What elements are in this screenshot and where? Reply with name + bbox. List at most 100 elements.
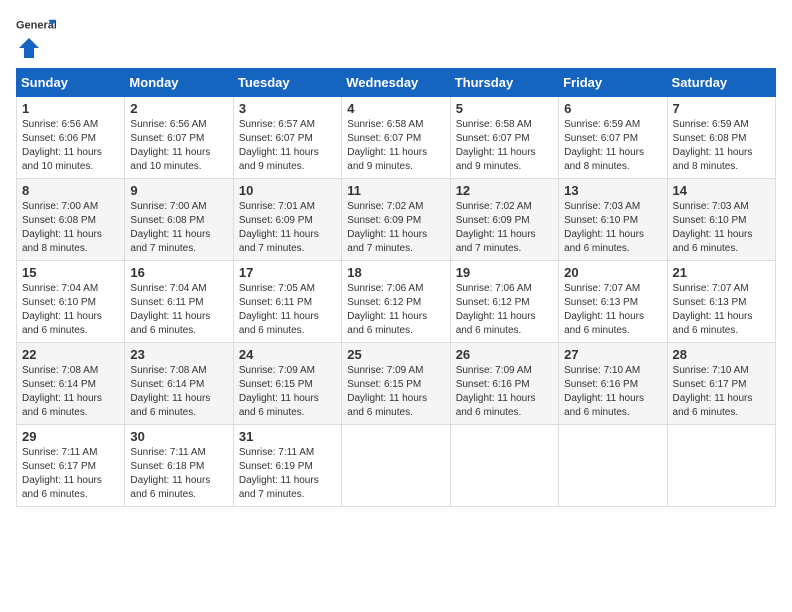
day-info: Sunrise: 7:02 AMSunset: 6:09 PMDaylight:… <box>456 201 536 254</box>
day-number: 15 <box>22 265 119 280</box>
day-number: 6 <box>564 101 661 116</box>
day-number: 16 <box>130 265 227 280</box>
day-info: Sunrise: 7:04 AMSunset: 6:11 PMDaylight:… <box>130 283 210 336</box>
day-info: Sunrise: 7:06 AMSunset: 6:12 PMDaylight:… <box>347 283 427 336</box>
calendar-cell: 8 Sunrise: 7:00 AMSunset: 6:08 PMDaylight… <box>17 179 125 261</box>
day-info: Sunrise: 6:59 AMSunset: 6:07 PMDaylight:… <box>564 119 644 172</box>
day-info: Sunrise: 7:10 AMSunset: 6:16 PMDaylight:… <box>564 365 644 418</box>
day-number: 23 <box>130 347 227 362</box>
day-info: Sunrise: 7:00 AMSunset: 6:08 PMDaylight:… <box>22 201 102 254</box>
calendar-header-sunday: Sunday <box>17 69 125 97</box>
day-info: Sunrise: 7:04 AMSunset: 6:10 PMDaylight:… <box>22 283 102 336</box>
calendar-cell: 21Sunrise: 7:07 AMSunset: 6:13 PMDayligh… <box>667 261 775 343</box>
day-info: Sunrise: 7:03 AMSunset: 6:10 PMDaylight:… <box>564 201 644 254</box>
day-info: Sunrise: 7:01 AMSunset: 6:09 PMDaylight:… <box>239 201 319 254</box>
day-number: 3 <box>239 101 336 116</box>
calendar-cell <box>342 425 450 507</box>
calendar-cell: 29 Sunrise: 7:11 AMSunset: 6:17 PMDayligh… <box>17 425 125 507</box>
calendar-week-2: 8 Sunrise: 7:00 AMSunset: 6:08 PMDaylight… <box>17 179 776 261</box>
calendar-cell: 1 Sunrise: 6:56 AMSunset: 6:06 PMDaylight… <box>17 97 125 179</box>
day-number: 28 <box>673 347 770 362</box>
day-number: 22 <box>22 347 119 362</box>
calendar-cell: 10 Sunrise: 7:01 AMSunset: 6:09 PMDayligh… <box>233 179 341 261</box>
calendar-cell: 20 Sunrise: 7:07 AMSunset: 6:13 PMDayligh… <box>559 261 667 343</box>
day-info: Sunrise: 7:03 AMSunset: 6:10 PMDaylight:… <box>673 201 753 254</box>
day-info: Sunrise: 6:56 AMSunset: 6:07 PMDaylight:… <box>130 119 210 172</box>
day-number: 24 <box>239 347 336 362</box>
day-info: Sunrise: 7:11 AMSunset: 6:18 PMDaylight:… <box>130 447 210 500</box>
day-number: 5 <box>456 101 553 116</box>
calendar-cell: 17 Sunrise: 7:05 AMSunset: 6:11 PMDayligh… <box>233 261 341 343</box>
day-number: 25 <box>347 347 444 362</box>
calendar-cell: 7Sunrise: 6:59 AMSunset: 6:08 PMDaylight… <box>667 97 775 179</box>
day-number: 31 <box>239 429 336 444</box>
day-number: 27 <box>564 347 661 362</box>
calendar-header-friday: Friday <box>559 69 667 97</box>
day-info: Sunrise: 7:09 AMSunset: 6:16 PMDaylight:… <box>456 365 536 418</box>
day-number: 14 <box>673 183 770 198</box>
calendar-cell: 30 Sunrise: 7:11 AMSunset: 6:18 PMDayligh… <box>125 425 233 507</box>
logo: General <box>16 16 56 58</box>
logo-arrow-icon <box>19 38 39 58</box>
calendar-cell: 25 Sunrise: 7:09 AMSunset: 6:15 PMDayligh… <box>342 343 450 425</box>
calendar-cell: 18Sunrise: 7:06 AMSunset: 6:12 PMDayligh… <box>342 261 450 343</box>
calendar-cell: 28 Sunrise: 7:10 AMSunset: 6:17 PMDayligh… <box>667 343 775 425</box>
calendar-week-3: 15 Sunrise: 7:04 AMSunset: 6:10 PMDayligh… <box>17 261 776 343</box>
calendar-cell: 3 Sunrise: 6:57 AMSunset: 6:07 PMDaylight… <box>233 97 341 179</box>
calendar-cell: 22Sunrise: 7:08 AMSunset: 6:14 PMDayligh… <box>17 343 125 425</box>
day-info: Sunrise: 7:10 AMSunset: 6:17 PMDaylight:… <box>673 365 753 418</box>
calendar-cell: 26 Sunrise: 7:09 AMSunset: 6:16 PMDayligh… <box>450 343 558 425</box>
day-info: Sunrise: 6:58 AMSunset: 6:07 PMDaylight:… <box>347 119 427 172</box>
calendar-cell <box>559 425 667 507</box>
day-info: Sunrise: 7:09 AMSunset: 6:15 PMDaylight:… <box>239 365 319 418</box>
day-info: Sunrise: 7:00 AMSunset: 6:08 PMDaylight:… <box>130 201 210 254</box>
calendar-week-1: 1 Sunrise: 6:56 AMSunset: 6:06 PMDaylight… <box>17 97 776 179</box>
day-info: Sunrise: 7:06 AMSunset: 6:12 PMDaylight:… <box>456 283 536 336</box>
calendar-cell: 6 Sunrise: 6:59 AMSunset: 6:07 PMDaylight… <box>559 97 667 179</box>
day-info: Sunrise: 7:07 AMSunset: 6:13 PMDaylight:… <box>564 283 644 336</box>
day-info: Sunrise: 6:57 AMSunset: 6:07 PMDaylight:… <box>239 119 319 172</box>
logo-svg: General <box>16 16 56 36</box>
calendar-cell: 13Sunrise: 7:03 AMSunset: 6:10 PMDayligh… <box>559 179 667 261</box>
day-info: Sunrise: 6:59 AMSunset: 6:08 PMDaylight:… <box>673 119 753 172</box>
day-number: 1 <box>22 101 119 116</box>
day-info: Sunrise: 7:11 AMSunset: 6:17 PMDaylight:… <box>22 447 102 500</box>
day-number: 19 <box>456 265 553 280</box>
calendar-cell: 27 Sunrise: 7:10 AMSunset: 6:16 PMDayligh… <box>559 343 667 425</box>
day-info: Sunrise: 6:56 AMSunset: 6:06 PMDaylight:… <box>22 119 102 172</box>
calendar-cell: 5 Sunrise: 6:58 AMSunset: 6:07 PMDaylight… <box>450 97 558 179</box>
day-number: 2 <box>130 101 227 116</box>
day-number: 8 <box>22 183 119 198</box>
calendar-cell: 31 Sunrise: 7:11 AMSunset: 6:19 PMDayligh… <box>233 425 341 507</box>
calendar-header-saturday: Saturday <box>667 69 775 97</box>
calendar-header-thursday: Thursday <box>450 69 558 97</box>
day-info: Sunrise: 7:09 AMSunset: 6:15 PMDaylight:… <box>347 365 427 418</box>
calendar-week-4: 22 Sunrise: 7:08 AMSunset: 6:14 PMDayligh… <box>17 343 776 425</box>
day-number: 29 <box>22 429 119 444</box>
calendar-header-row: SundayMondayTuesdayWednesdayThursdayFrid… <box>17 69 776 97</box>
day-info: Sunrise: 7:08 AMSunset: 6:14 PMDaylight:… <box>130 365 210 418</box>
day-number: 17 <box>239 265 336 280</box>
calendar-cell: 4Sunrise: 6:58 AMSunset: 6:07 PMDaylight… <box>342 97 450 179</box>
day-number: 26 <box>456 347 553 362</box>
calendar-cell: 23 Sunrise: 7:08 AMSunset: 6:14 PMDayligh… <box>125 343 233 425</box>
day-number: 10 <box>239 183 336 198</box>
calendar-cell: 16 Sunrise: 7:04 AMSunset: 6:11 PMDayligh… <box>125 261 233 343</box>
day-info: Sunrise: 7:02 AMSunset: 6:09 PMDaylight:… <box>347 201 427 254</box>
calendar-cell: 14 Sunrise: 7:03 AMSunset: 6:10 PMDayligh… <box>667 179 775 261</box>
calendar-cell: 19 Sunrise: 7:06 AMSunset: 6:12 PMDayligh… <box>450 261 558 343</box>
day-info: Sunrise: 7:05 AMSunset: 6:11 PMDaylight:… <box>239 283 319 336</box>
calendar-header-wednesday: Wednesday <box>342 69 450 97</box>
day-number: 9 <box>130 183 227 198</box>
page-header: General <box>16 16 776 58</box>
day-number: 12 <box>456 183 553 198</box>
day-number: 11 <box>347 183 444 198</box>
day-number: 30 <box>130 429 227 444</box>
day-number: 20 <box>564 265 661 280</box>
calendar-cell: 11 Sunrise: 7:02 AMSunset: 6:09 PMDayligh… <box>342 179 450 261</box>
day-info: Sunrise: 6:58 AMSunset: 6:07 PMDaylight:… <box>456 119 536 172</box>
calendar-cell <box>450 425 558 507</box>
day-info: Sunrise: 7:07 AMSunset: 6:13 PMDaylight:… <box>673 283 753 336</box>
calendar-header-monday: Monday <box>125 69 233 97</box>
day-info: Sunrise: 7:11 AMSunset: 6:19 PMDaylight:… <box>239 447 319 500</box>
